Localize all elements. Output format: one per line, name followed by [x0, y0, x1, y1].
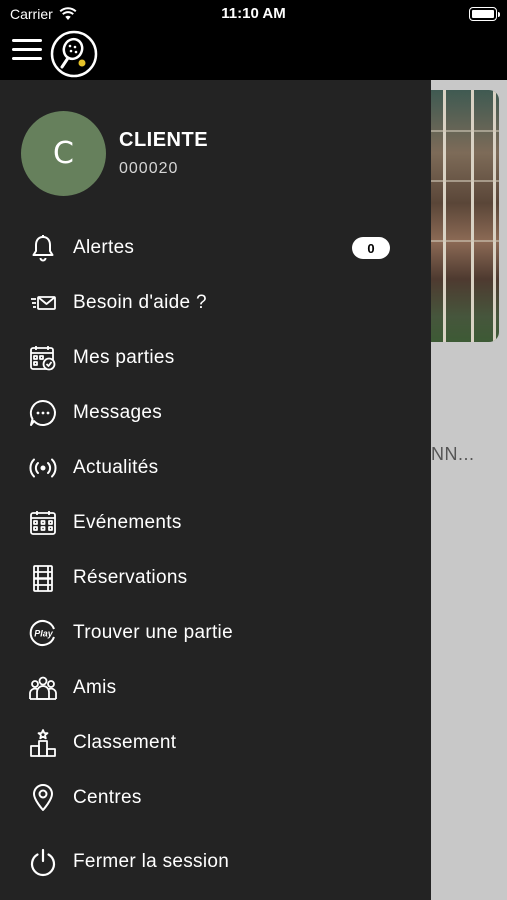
menu-item-news[interactable]: Actualités	[26, 448, 406, 488]
group-icon	[26, 671, 60, 705]
menu-label-events: Evénements	[73, 512, 182, 533]
status-time: 11:10 AM	[221, 5, 286, 22]
menu-item-events[interactable]: Evénements	[26, 503, 406, 543]
profile-info: CLIENTE 000020	[119, 129, 208, 178]
menu-label-bookings: Réservations	[73, 567, 188, 588]
power-icon	[26, 845, 60, 879]
map-pin-icon	[26, 781, 60, 815]
play-icon: Play	[26, 616, 60, 650]
alerts-count-badge: 0	[352, 237, 390, 259]
menu-label-alerts: Alertes	[73, 237, 135, 258]
menu-label-messages: Messages	[73, 402, 162, 423]
user-profile[interactable]: C CLIENTE 000020	[21, 111, 208, 196]
profile-id: 000020	[119, 160, 179, 177]
menu-item-help[interactable]: Besoin d'aide ?	[26, 283, 406, 323]
court-icon	[26, 561, 60, 595]
menu-label-help: Besoin d'aide ?	[73, 292, 207, 313]
battery-icon	[469, 7, 500, 21]
court-photo	[431, 90, 499, 342]
padel-racket-logo-icon[interactable]	[50, 30, 98, 78]
menu-item-find-game[interactable]: Play Trouver une partie	[26, 613, 406, 653]
app-header	[0, 28, 507, 80]
menu-item-friends[interactable]: Amis	[26, 668, 406, 708]
menu-label-find-game: Trouver une partie	[73, 622, 233, 643]
menu-label-news: Actualités	[73, 457, 159, 478]
svg-text:Play: Play	[34, 629, 54, 639]
menu-label-logout: Fermer la session	[73, 851, 230, 872]
menu-label-centers: Centres	[73, 787, 142, 808]
menu-label-friends: Amis	[73, 677, 117, 698]
menu-item-logout[interactable]: Fermer la session	[26, 842, 406, 882]
background-content: NN...	[431, 80, 507, 900]
chat-bubble-icon	[26, 396, 60, 430]
navigation-drawer: C CLIENTE 000020 Alertes 0 Besoin d'aide…	[0, 80, 431, 900]
menu-item-centers[interactable]: Centres	[26, 778, 406, 818]
mail-fast-icon	[26, 286, 60, 320]
broadcast-icon	[26, 451, 60, 485]
calendar-check-icon	[26, 341, 60, 375]
podium-icon	[26, 726, 60, 760]
menu-label-ranking: Classement	[73, 732, 177, 753]
menu-label-my-games: Mes parties	[73, 347, 175, 368]
background-truncated-text: NN...	[431, 444, 475, 464]
calendar-grid-icon	[26, 506, 60, 540]
menu-item-messages[interactable]: Messages	[26, 393, 406, 433]
profile-name: CLIENTE	[119, 129, 209, 151]
menu-item-my-games[interactable]: Mes parties	[26, 338, 406, 378]
menu-item-bookings[interactable]: Réservations	[26, 558, 406, 598]
hamburger-icon[interactable]	[12, 39, 42, 65]
status-bar: Carrier 11:10 AM	[0, 0, 507, 28]
avatar[interactable]: C	[21, 111, 106, 196]
menu-item-alerts[interactable]: Alertes 0	[26, 228, 406, 268]
bell-icon	[26, 231, 60, 265]
menu-item-ranking[interactable]: Classement	[26, 723, 406, 763]
